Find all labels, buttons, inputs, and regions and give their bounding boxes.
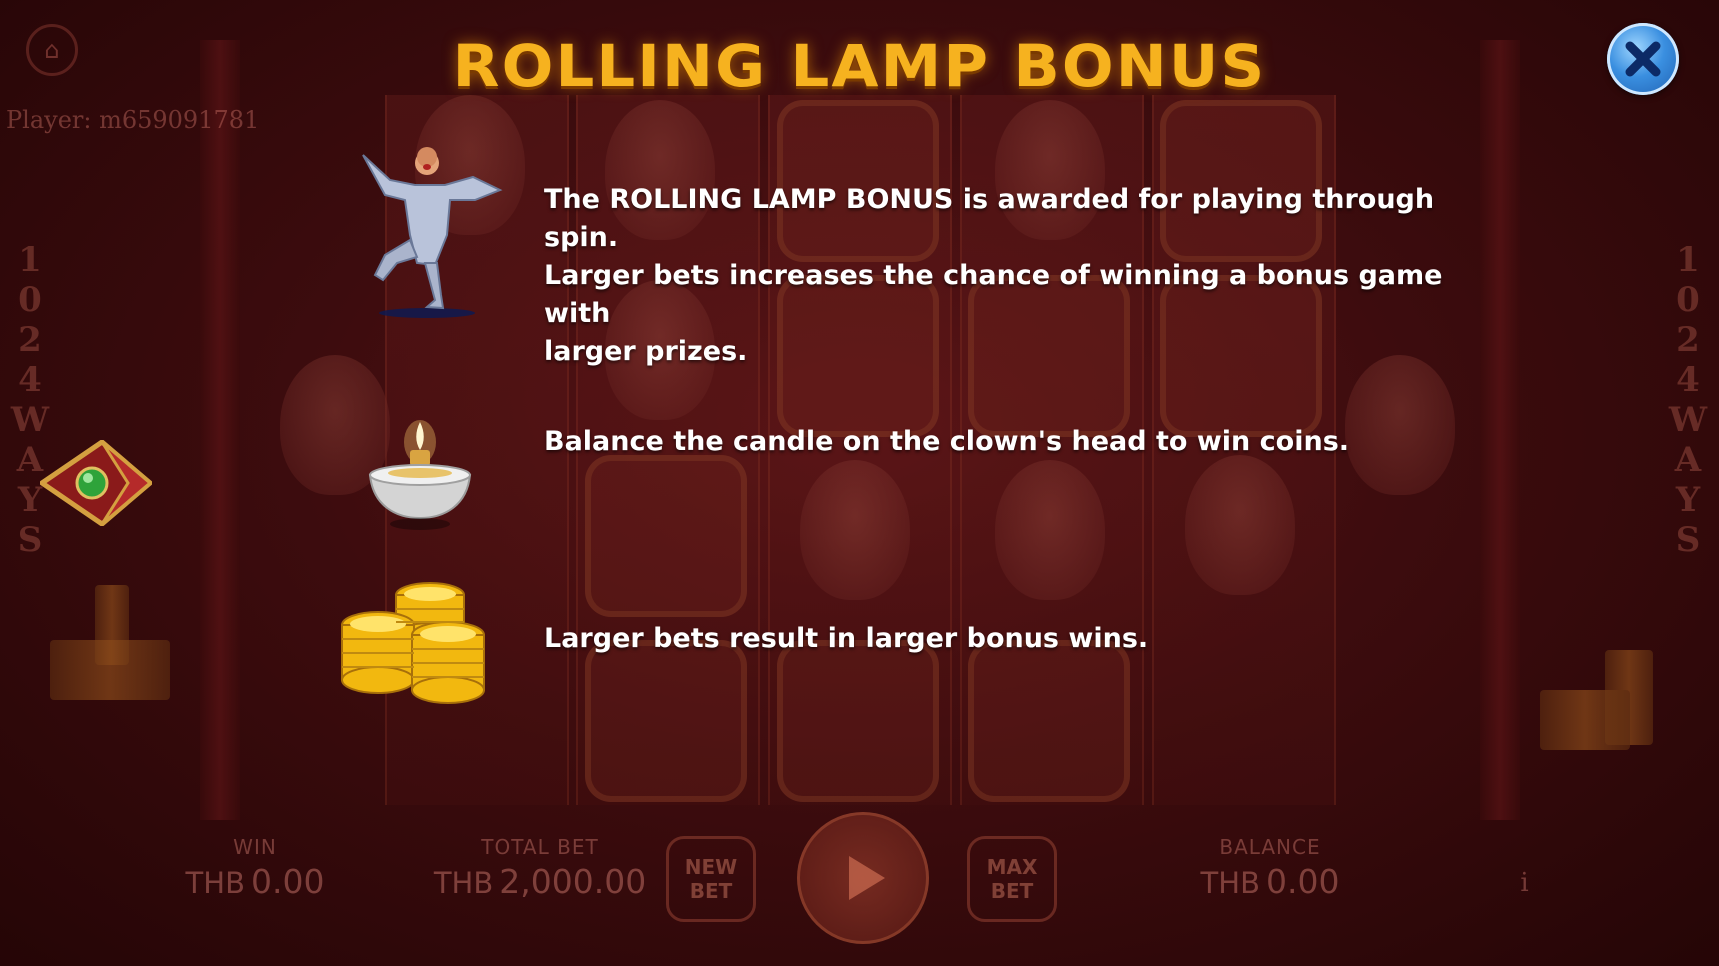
win-value: THB 0.00 (150, 862, 360, 901)
ways-char: 1 (1676, 240, 1700, 280)
description-line: Larger bets result in larger bonus wins. (544, 623, 1149, 654)
ways-char: S (1675, 520, 1701, 560)
info-button[interactable]: i (1510, 868, 1540, 898)
ways-char: 0 (18, 280, 42, 320)
balance-label: BALANCE (1219, 835, 1321, 859)
player-label: Player: m659091781 (6, 106, 260, 134)
bonus-title: ROLLING LAMP BONUS (452, 32, 1267, 100)
candle-description: Balance the candle on the clown's head t… (544, 423, 1464, 461)
ways-char: W (1668, 400, 1708, 440)
balance-amount: 0.00 (1265, 862, 1340, 901)
background-pillar (1480, 40, 1520, 820)
opera-mask-symbol (800, 460, 910, 600)
description-line: Larger bets increases the chance of winn… (544, 260, 1443, 329)
bonus-description: The ROLLING LAMP BONUS is awarded for pl… (544, 181, 1464, 371)
description-line: The ROLLING LAMP BONUS is awarded for pl… (544, 184, 1435, 253)
ways-char: 1 (18, 240, 42, 280)
ways-label-right: 1024WAYS (1668, 240, 1708, 560)
spin-button[interactable] (797, 812, 929, 944)
total-bet-currency: THB (433, 866, 494, 900)
ways-char: 0 (1676, 280, 1700, 320)
coins-description: Larger bets result in larger bonus wins. (544, 620, 1464, 658)
background-candle (50, 640, 170, 700)
ways-char: 2 (18, 320, 42, 360)
close-button[interactable] (1607, 23, 1679, 95)
play-icon (849, 856, 885, 900)
win-currency: THB (185, 866, 245, 900)
balance-value: THB 0.00 (1150, 862, 1390, 901)
total-bet-value: THB 2,000.00 (410, 862, 670, 901)
opera-mask-symbol (1185, 455, 1295, 595)
kungfu-clown-icon (362, 147, 503, 318)
total-bet-amount: 2,000.00 (499, 862, 647, 901)
opera-mask-symbol (995, 460, 1105, 600)
candle-lamp-icon (368, 420, 472, 530)
max-bet-button[interactable]: MAX BET (967, 836, 1057, 922)
gold-coins-icon (341, 582, 485, 704)
reel-symbol (585, 640, 747, 802)
reel-symbol (968, 640, 1130, 802)
description-line: Balance the candle on the clown's head t… (544, 426, 1350, 457)
new-bet-button[interactable]: NEW BET (666, 836, 756, 922)
background-candle (1540, 690, 1630, 750)
ways-char: A (1674, 440, 1702, 480)
ways-char: 2 (1676, 320, 1700, 360)
reel-symbol (585, 455, 747, 617)
close-icon (1625, 41, 1661, 77)
background-pillar (200, 40, 240, 820)
win-label: WIN (233, 835, 277, 859)
ways-char: W (10, 400, 50, 440)
balance-currency: THB (1200, 866, 1260, 900)
ways-char: 4 (18, 360, 42, 400)
reel-symbol (777, 640, 939, 802)
ways-char: Y (1675, 480, 1701, 520)
description-line: larger prizes. (544, 336, 748, 367)
win-amount: 0.00 (250, 862, 325, 901)
ways-char: S (17, 520, 43, 560)
ways-char: 4 (1676, 360, 1700, 400)
total-bet-label: TOTAL BET (481, 835, 599, 859)
scroll-left-arrow-icon[interactable] (40, 440, 152, 526)
